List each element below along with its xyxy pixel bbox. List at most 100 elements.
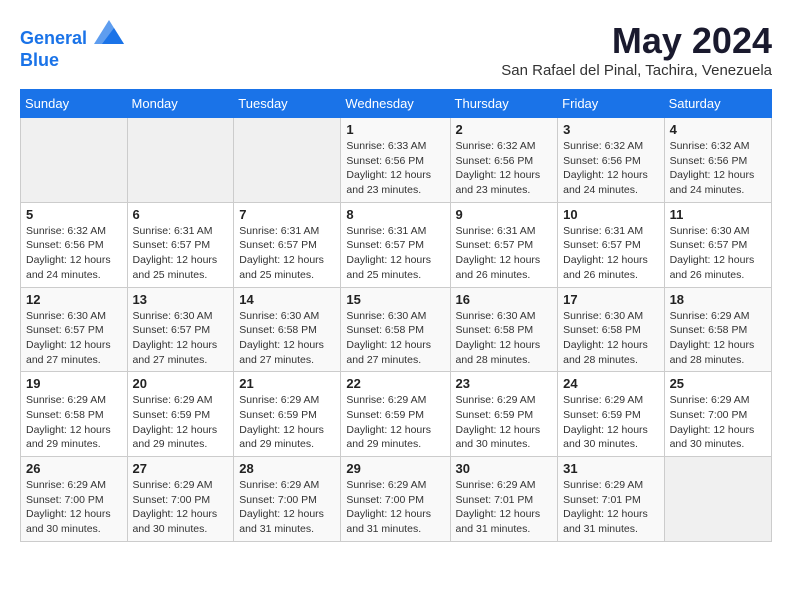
day-info: Sunrise: 6:29 AM Sunset: 7:00 PM Dayligh…: [133, 478, 229, 537]
day-info: Sunrise: 6:30 AM Sunset: 6:57 PM Dayligh…: [133, 309, 229, 368]
day-number: 11: [670, 207, 766, 222]
day-number: 18: [670, 292, 766, 307]
day-number: 30: [456, 461, 553, 476]
day-number: 3: [563, 122, 658, 137]
day-info: Sunrise: 6:30 AM Sunset: 6:58 PM Dayligh…: [456, 309, 553, 368]
calendar-cell: 24Sunrise: 6:29 AM Sunset: 6:59 PM Dayli…: [558, 372, 664, 457]
calendar-cell: 12 Sunrise: 6:30 AM Sunset: 6:57 PM Dayli…: [21, 287, 128, 372]
week-row-4: 19 Sunrise: 6:29 AM Sunset: 6:58 PM Dayli…: [21, 372, 772, 457]
day-number: 1: [346, 122, 444, 137]
calendar-table: SundayMondayTuesdayWednesdayThursdayFrid…: [20, 89, 772, 542]
day-info: Sunrise: 6:29 AM Sunset: 6:59 PM Dayligh…: [239, 393, 335, 452]
calendar-cell: [664, 457, 771, 542]
calendar-cell: 5 Sunrise: 6:32 AM Sunset: 6:56 PM Daylig…: [21, 202, 128, 287]
day-number: 31: [563, 461, 658, 476]
month-title: May 2024: [501, 20, 772, 62]
week-row-1: 1 Sunrise: 6:33 AM Sunset: 6:56 PM Daylig…: [21, 118, 772, 203]
calendar-cell: 22 Sunrise: 6:29 AM Sunset: 6:59 PM Dayli…: [341, 372, 450, 457]
day-info: Sunrise: 6:29 AM Sunset: 6:59 PM Dayligh…: [456, 393, 553, 452]
logo-blue-text: Blue: [20, 50, 124, 72]
day-info: Sunrise: 6:32 AM Sunset: 6:56 PM Dayligh…: [563, 139, 658, 198]
logo: General Blue: [20, 20, 124, 71]
logo-text: General: [20, 20, 124, 50]
calendar-cell: 4 Sunrise: 6:32 AM Sunset: 6:56 PM Daylig…: [664, 118, 771, 203]
calendar-cell: 27Sunrise: 6:29 AM Sunset: 7:00 PM Dayli…: [127, 457, 234, 542]
day-info: Sunrise: 6:31 AM Sunset: 6:57 PM Dayligh…: [456, 224, 553, 283]
calendar-cell: 15Sunrise: 6:30 AM Sunset: 6:58 PM Dayli…: [341, 287, 450, 372]
week-row-5: 26 Sunrise: 6:29 AM Sunset: 7:00 PM Dayli…: [21, 457, 772, 542]
day-info: Sunrise: 6:30 AM Sunset: 6:58 PM Dayligh…: [239, 309, 335, 368]
calendar-cell: 8 Sunrise: 6:31 AM Sunset: 6:57 PM Daylig…: [341, 202, 450, 287]
week-row-2: 5 Sunrise: 6:32 AM Sunset: 6:56 PM Daylig…: [21, 202, 772, 287]
calendar-cell: 26 Sunrise: 6:29 AM Sunset: 7:00 PM Dayli…: [21, 457, 128, 542]
logo-icon: [94, 20, 124, 44]
calendar-cell: 6 Sunrise: 6:31 AM Sunset: 6:57 PM Daylig…: [127, 202, 234, 287]
day-info: Sunrise: 6:32 AM Sunset: 6:56 PM Dayligh…: [456, 139, 553, 198]
day-info: Sunrise: 6:29 AM Sunset: 6:59 PM Dayligh…: [346, 393, 444, 452]
day-info: Sunrise: 6:29 AM Sunset: 7:01 PM Dayligh…: [456, 478, 553, 537]
calendar-cell: 30 Sunrise: 6:29 AM Sunset: 7:01 PM Dayli…: [450, 457, 558, 542]
day-info: Sunrise: 6:33 AM Sunset: 6:56 PM Dayligh…: [346, 139, 444, 198]
calendar-cell: 19 Sunrise: 6:29 AM Sunset: 6:58 PM Dayli…: [21, 372, 128, 457]
day-number: 26: [26, 461, 122, 476]
calendar-cell: 17Sunrise: 6:30 AM Sunset: 6:58 PM Dayli…: [558, 287, 664, 372]
calendar-header-row: SundayMondayTuesdayWednesdayThursdayFrid…: [21, 90, 772, 118]
calendar-cell: 23 Sunrise: 6:29 AM Sunset: 6:59 PM Dayli…: [450, 372, 558, 457]
calendar-cell: 18 Sunrise: 6:29 AM Sunset: 6:58 PM Dayli…: [664, 287, 771, 372]
day-info: Sunrise: 6:31 AM Sunset: 6:57 PM Dayligh…: [133, 224, 229, 283]
calendar-cell: 10 Sunrise: 6:31 AM Sunset: 6:57 PM Dayli…: [558, 202, 664, 287]
calendar-cell: [234, 118, 341, 203]
day-header-saturday: Saturday: [664, 90, 771, 118]
day-number: 28: [239, 461, 335, 476]
day-number: 29: [346, 461, 444, 476]
day-number: 6: [133, 207, 229, 222]
day-info: Sunrise: 6:29 AM Sunset: 7:01 PM Dayligh…: [563, 478, 658, 537]
day-info: Sunrise: 6:29 AM Sunset: 6:58 PM Dayligh…: [26, 393, 122, 452]
day-header-wednesday: Wednesday: [341, 90, 450, 118]
day-number: 23: [456, 376, 553, 391]
day-info: Sunrise: 6:30 AM Sunset: 6:57 PM Dayligh…: [26, 309, 122, 368]
day-info: Sunrise: 6:30 AM Sunset: 6:57 PM Dayligh…: [670, 224, 766, 283]
day-info: Sunrise: 6:29 AM Sunset: 6:58 PM Dayligh…: [670, 309, 766, 368]
day-info: Sunrise: 6:32 AM Sunset: 6:56 PM Dayligh…: [670, 139, 766, 198]
day-info: Sunrise: 6:31 AM Sunset: 6:57 PM Dayligh…: [239, 224, 335, 283]
calendar-cell: [21, 118, 128, 203]
day-number: 16: [456, 292, 553, 307]
day-header-friday: Friday: [558, 90, 664, 118]
calendar-cell: 9 Sunrise: 6:31 AM Sunset: 6:57 PM Daylig…: [450, 202, 558, 287]
day-header-monday: Monday: [127, 90, 234, 118]
day-number: 9: [456, 207, 553, 222]
calendar-cell: 3 Sunrise: 6:32 AM Sunset: 6:56 PM Daylig…: [558, 118, 664, 203]
day-info: Sunrise: 6:31 AM Sunset: 6:57 PM Dayligh…: [346, 224, 444, 283]
calendar-cell: 1 Sunrise: 6:33 AM Sunset: 6:56 PM Daylig…: [341, 118, 450, 203]
calendar-cell: 29 Sunrise: 6:29 AM Sunset: 7:00 PM Dayli…: [341, 457, 450, 542]
day-header-tuesday: Tuesday: [234, 90, 341, 118]
day-number: 20: [133, 376, 229, 391]
day-info: Sunrise: 6:29 AM Sunset: 7:00 PM Dayligh…: [26, 478, 122, 537]
calendar-cell: 16 Sunrise: 6:30 AM Sunset: 6:58 PM Dayli…: [450, 287, 558, 372]
day-number: 4: [670, 122, 766, 137]
day-info: Sunrise: 6:30 AM Sunset: 6:58 PM Dayligh…: [346, 309, 444, 368]
day-number: 10: [563, 207, 658, 222]
day-number: 12: [26, 292, 122, 307]
calendar-cell: 21 Sunrise: 6:29 AM Sunset: 6:59 PM Dayli…: [234, 372, 341, 457]
calendar-cell: 13Sunrise: 6:30 AM Sunset: 6:57 PM Dayli…: [127, 287, 234, 372]
calendar-cell: 2Sunrise: 6:32 AM Sunset: 6:56 PM Daylig…: [450, 118, 558, 203]
day-info: Sunrise: 6:31 AM Sunset: 6:57 PM Dayligh…: [563, 224, 658, 283]
day-number: 8: [346, 207, 444, 222]
day-number: 25: [670, 376, 766, 391]
calendar-cell: 20Sunrise: 6:29 AM Sunset: 6:59 PM Dayli…: [127, 372, 234, 457]
day-header-thursday: Thursday: [450, 90, 558, 118]
day-info: Sunrise: 6:29 AM Sunset: 7:00 PM Dayligh…: [346, 478, 444, 537]
day-number: 17: [563, 292, 658, 307]
day-number: 19: [26, 376, 122, 391]
day-info: Sunrise: 6:29 AM Sunset: 6:59 PM Dayligh…: [563, 393, 658, 452]
day-info: Sunrise: 6:32 AM Sunset: 6:56 PM Dayligh…: [26, 224, 122, 283]
calendar-cell: 11 Sunrise: 6:30 AM Sunset: 6:57 PM Dayli…: [664, 202, 771, 287]
day-number: 22: [346, 376, 444, 391]
day-number: 21: [239, 376, 335, 391]
calendar-body: 1 Sunrise: 6:33 AM Sunset: 6:56 PM Daylig…: [21, 118, 772, 542]
day-number: 5: [26, 207, 122, 222]
calendar-cell: 14Sunrise: 6:30 AM Sunset: 6:58 PM Dayli…: [234, 287, 341, 372]
day-info: Sunrise: 6:29 AM Sunset: 7:00 PM Dayligh…: [670, 393, 766, 452]
